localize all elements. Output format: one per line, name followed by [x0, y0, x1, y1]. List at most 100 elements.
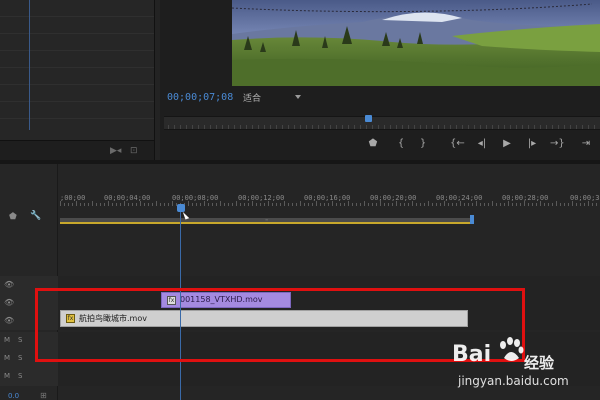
program-mini-timeline[interactable] [164, 115, 600, 130]
ruler-tick [500, 203, 501, 206]
ruler-tick [156, 201, 157, 206]
mini-ruler-tick [252, 125, 253, 129]
mini-ruler-tick [570, 125, 571, 129]
ruler-tick [248, 203, 249, 206]
solo-button[interactable]: S [18, 372, 22, 380]
mini-ruler-tick [300, 125, 301, 129]
landscape-frame [232, 0, 600, 86]
mini-ruler-tick [294, 125, 295, 129]
ruler-tick [448, 203, 449, 206]
solo-button[interactable]: S [18, 354, 22, 362]
ruler-tick [68, 203, 69, 206]
mini-ruler-tick [480, 125, 481, 129]
audio-mixer-icon[interactable]: ⊞ [40, 391, 47, 400]
program-monitor: 00;00;07;08 适合 ⬟ { } {← ◂| ▶ |▸ →} ⇥ [160, 0, 600, 160]
playhead-timecode[interactable]: 00;00;07;08 [167, 92, 233, 103]
baidu-watermark: Bai 经验 jingyan.baidu.com [448, 330, 598, 398]
ruler-tick [384, 203, 385, 206]
watermark-brand: Bai [452, 342, 492, 367]
work-area-end-handle[interactable] [470, 215, 474, 224]
eye-icon[interactable]: 👁 [4, 280, 14, 289]
eye-icon[interactable]: 👁 [4, 316, 14, 325]
ruler-tick [296, 203, 297, 206]
mute-button[interactable]: M [4, 354, 10, 362]
ruler-tick [452, 203, 453, 206]
step-back-icon[interactable]: ◂| [475, 138, 489, 150]
play-icon[interactable]: ▶ [501, 138, 513, 150]
mini-ruler-tick [378, 125, 379, 129]
ruler-tick [560, 203, 561, 206]
mini-ruler-tick [498, 125, 499, 129]
ruler-tick [112, 203, 113, 206]
go-to-out-icon[interactable]: →} [550, 138, 565, 150]
solo-button[interactable]: S [18, 336, 22, 344]
eye-icon[interactable]: 👁 [4, 298, 14, 307]
mini-ruler-tick [426, 125, 427, 129]
ruler-tick [524, 201, 525, 206]
program-playhead-handle[interactable] [365, 115, 372, 122]
mini-ruler-tick [390, 125, 391, 129]
ruler-tick [552, 203, 553, 206]
mini-ruler-tick [504, 125, 505, 129]
ruler-tick [120, 203, 121, 206]
ruler-tick [588, 201, 589, 206]
ruler-label: 00;00;12;00 [238, 194, 285, 202]
ruler-tick [124, 201, 125, 206]
ruler-tick [368, 203, 369, 206]
work-area-grip[interactable]: ≡ [265, 217, 268, 222]
ruler-label: 00;00;04;00 [104, 194, 151, 202]
work-area-bar[interactable]: ≡ [60, 217, 472, 224]
mark-in-icon[interactable]: { [396, 138, 406, 150]
snap-marker-icon[interactable]: ⬟ [9, 212, 17, 222]
mini-ruler-tick [282, 125, 283, 129]
ruler-tick [332, 201, 333, 206]
track-header: M S [0, 368, 58, 386]
mini-ruler-tick [402, 125, 403, 129]
mini-ruler-tick [180, 125, 181, 129]
ruler-tick [196, 203, 197, 206]
mute-button[interactable]: M [4, 336, 10, 344]
ruler-tick [64, 203, 65, 206]
ruler-tick [596, 203, 597, 206]
mute-button[interactable]: M [4, 372, 10, 380]
ruler-tick [72, 203, 73, 206]
ruler-tick [328, 203, 329, 206]
mini-ruler-tick [528, 125, 529, 129]
ruler-tick [312, 203, 313, 206]
ruler-tick [396, 201, 397, 206]
mini-ruler-tick [198, 125, 199, 129]
ruler-tick [572, 201, 573, 206]
mini-ruler-tick [318, 125, 319, 129]
ruler-tick [420, 203, 421, 206]
mini-ruler-tick [222, 125, 223, 129]
ruler-tick [244, 203, 245, 206]
mini-ruler-tick [492, 125, 493, 129]
ruler-tick [436, 203, 437, 206]
mini-ruler-tick [486, 125, 487, 129]
step-forward-icon[interactable]: |▸ [525, 138, 539, 150]
mini-ruler-tick [558, 125, 559, 129]
ruler-tick [540, 201, 541, 206]
ruler-tick [276, 203, 277, 206]
source-playhead[interactable] [29, 0, 30, 130]
source-panel: ▶◂ ⊡ [0, 0, 155, 160]
marker-icon[interactable]: ⬟ [368, 138, 378, 150]
export-frame-icon[interactable]: ▶◂ [110, 147, 122, 156]
camera-icon[interactable]: ⊡ [130, 147, 142, 156]
timeline-ruler[interactable]: ;00;00 00;00;04;00 00;00;08;00 00;00;12;… [58, 190, 600, 216]
mini-ruler-tick [552, 125, 553, 129]
audio-value[interactable]: 0.0 [8, 392, 19, 400]
mark-out-icon[interactable]: } [418, 138, 428, 150]
paw-icon [500, 337, 524, 361]
go-to-in-icon[interactable]: {← [450, 138, 465, 150]
wrench-icon[interactable]: 🔧 [30, 211, 41, 221]
mini-ruler-tick [534, 125, 535, 129]
ruler-tick [476, 201, 477, 206]
ruler-tick [568, 203, 569, 206]
zoom-fit-dropdown[interactable]: 适合 [243, 91, 303, 105]
mini-ruler-tick [204, 125, 205, 129]
ruler-tick [372, 203, 373, 206]
ruler-tick [364, 201, 365, 206]
ruler-tick [224, 203, 225, 206]
insert-icon[interactable]: ⇥ [578, 138, 594, 150]
